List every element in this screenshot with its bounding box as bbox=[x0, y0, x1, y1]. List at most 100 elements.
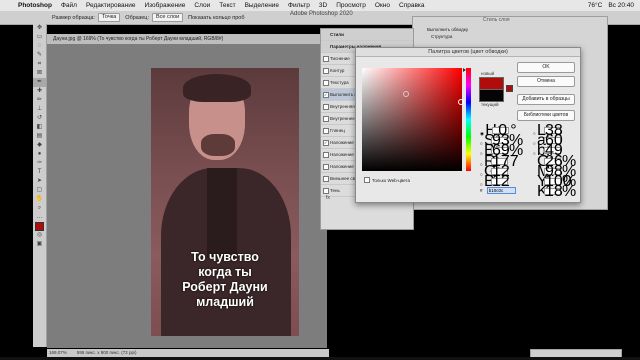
structure-section-title: Структура bbox=[431, 34, 453, 39]
shape-tool-icon[interactable]: ▢ bbox=[33, 186, 46, 195]
hue-slider[interactable] bbox=[466, 68, 471, 171]
style-checkbox[interactable]: ✓ bbox=[323, 140, 329, 146]
dodge-tool-icon[interactable]: ● bbox=[33, 150, 46, 159]
meme-line: когда ты bbox=[198, 265, 252, 279]
style-checkbox[interactable] bbox=[323, 152, 329, 158]
cmyk-row: K:18% bbox=[537, 183, 577, 200]
color-field[interactable] bbox=[362, 68, 464, 171]
path-select-icon[interactable]: ➤ bbox=[33, 177, 46, 186]
menu-window[interactable]: Окно bbox=[375, 2, 390, 9]
style-checkbox[interactable] bbox=[323, 176, 329, 182]
menu-layers[interactable]: Слои bbox=[194, 2, 210, 9]
menu-edit[interactable]: Редактирование bbox=[86, 2, 136, 9]
menu-extras: 76°C Вс 20:40 bbox=[588, 0, 634, 11]
cancel-button[interactable]: Отмена bbox=[517, 76, 575, 87]
current-color-label: текущий bbox=[481, 102, 499, 107]
history-brush-icon[interactable]: ↺ bbox=[33, 114, 46, 123]
screen-mode-icon[interactable]: ▣ bbox=[33, 240, 46, 249]
status-bar: 169,07% 595 пикс. x 900 пикс. (72 ppi) bbox=[47, 349, 329, 357]
style-checkbox[interactable] bbox=[323, 80, 329, 86]
gradient-tool-icon[interactable]: ▤ bbox=[33, 132, 46, 141]
style-item-label: Тиснение bbox=[330, 56, 350, 61]
rgb-row: ○ B:12 bbox=[480, 174, 514, 190]
zoom-level[interactable]: 169,07% bbox=[49, 349, 67, 357]
type-tool-icon[interactable]: T bbox=[33, 168, 46, 177]
style-checkbox[interactable] bbox=[323, 116, 329, 122]
move-tool-icon[interactable]: ✥ bbox=[33, 24, 46, 33]
menu-help[interactable]: Справка bbox=[399, 2, 425, 9]
color-picker-title: Палитра цветов (цвет обводки) bbox=[356, 48, 580, 57]
menu-view[interactable]: Просмотр bbox=[336, 2, 366, 9]
show-ring-checkbox[interactable]: Показать кольцо проб bbox=[188, 15, 244, 21]
sample-size-label: Размер образца: bbox=[52, 14, 95, 21]
ok-button[interactable]: OK bbox=[517, 62, 575, 73]
style-checkbox[interactable]: ✓ bbox=[323, 92, 329, 98]
clock[interactable]: Вс 20:40 bbox=[608, 2, 634, 9]
web-colors-only[interactable]: Только Web-цвета bbox=[364, 177, 410, 183]
fx-icon[interactable]: fx bbox=[326, 195, 330, 201]
photo-shirt bbox=[207, 168, 237, 258]
more-tools-icon[interactable]: … bbox=[33, 213, 46, 222]
menu-file[interactable]: Файл bbox=[61, 2, 77, 9]
sample-from-select[interactable]: Все слои bbox=[151, 13, 184, 22]
style-checkbox[interactable] bbox=[323, 104, 329, 110]
menu-3d[interactable]: 3D bbox=[319, 2, 327, 9]
menu-select[interactable]: Выделение bbox=[245, 2, 279, 9]
screen-margin-right bbox=[606, 11, 640, 360]
add-to-swatches-button[interactable]: Добавить в образцы bbox=[517, 94, 575, 105]
brush-tool-icon[interactable]: ✏ bbox=[33, 96, 46, 105]
rgb-input[interactable]: 12 bbox=[490, 174, 510, 190]
style-checkbox[interactable] bbox=[323, 56, 329, 62]
marquee-tool-icon[interactable]: ▭ bbox=[33, 33, 46, 42]
style-checkbox[interactable] bbox=[323, 188, 329, 194]
cmyk-unit: % bbox=[562, 183, 577, 200]
hand-tool-icon[interactable]: ✋ bbox=[33, 195, 46, 204]
meme-line: То чувство bbox=[191, 250, 259, 264]
meme-text: То чувство когда ты Роберт Дауни младший bbox=[151, 250, 299, 310]
quick-mask-icon[interactable]: ◎ bbox=[33, 231, 46, 240]
document-tab[interactable]: Дауни.jpg @ 169% (То чувство когда ты Ро… bbox=[47, 36, 223, 42]
style-checkbox[interactable] bbox=[323, 68, 329, 74]
layer-style-title: Стиль слоя bbox=[483, 17, 510, 23]
style-checkbox[interactable] bbox=[323, 128, 329, 134]
gamut-warning-icon[interactable] bbox=[506, 85, 513, 92]
color-libraries-button[interactable]: Библиотеки цветов bbox=[517, 110, 575, 121]
eraser-tool-icon[interactable]: ◧ bbox=[33, 123, 46, 132]
zoom-tool-icon[interactable]: ⌕ bbox=[33, 204, 46, 213]
meme-line: младший bbox=[196, 295, 254, 309]
menu-text[interactable]: Текст bbox=[219, 2, 235, 9]
pen-tool-icon[interactable]: ✑ bbox=[33, 159, 46, 168]
color-field-cursor[interactable] bbox=[458, 99, 464, 105]
cmyk-input[interactable]: 18 bbox=[544, 184, 563, 200]
app-name[interactable]: Photoshop bbox=[18, 2, 52, 9]
color-picker-dialog: Палитра цветов (цвет обводки) новый теку… bbox=[355, 47, 581, 203]
foreground-color-icon[interactable] bbox=[33, 222, 46, 231]
tools-panel: ✥ ▭ ◌ ✎ ⌗ ⊠ ✒ ✚ ✏ ⊥ ↺ ◧ ▤ ◆ ● ✑ T ➤ ▢ ✋ … bbox=[33, 24, 47, 347]
sample-size-select[interactable]: Точка bbox=[97, 13, 121, 22]
crop-tool-icon[interactable]: ⌗ bbox=[33, 60, 46, 69]
style-item-label: Глянец bbox=[330, 128, 345, 133]
eyedropper-tool-icon[interactable]: ✒ bbox=[33, 78, 46, 87]
style-item-label: Контур bbox=[330, 68, 345, 73]
quick-select-tool-icon[interactable]: ✎ bbox=[33, 51, 46, 60]
lasso-tool-icon[interactable]: ◌ bbox=[33, 42, 46, 51]
doc-size: 595 пикс. x 900 пикс. (72 ppi) bbox=[76, 350, 137, 355]
screen-margin-left bbox=[0, 11, 33, 360]
menu-image[interactable]: Изображение bbox=[144, 2, 185, 9]
temperature-status[interactable]: 76°C bbox=[588, 2, 603, 9]
sample-from-label: Образец: bbox=[125, 14, 149, 21]
photo-hair bbox=[183, 74, 251, 102]
cmyk-label: K: bbox=[537, 184, 552, 200]
stamp-tool-icon[interactable]: ⊥ bbox=[33, 105, 46, 114]
menu-filter[interactable]: Фильтр bbox=[288, 2, 310, 9]
current-color-swatch[interactable] bbox=[479, 89, 504, 102]
styles-header[interactable]: Стили bbox=[321, 29, 413, 41]
window-title: Adobe Photoshop 2020 bbox=[290, 11, 353, 17]
web-colors-checkbox[interactable] bbox=[364, 177, 370, 183]
meme-line: Роберт Дауни bbox=[182, 280, 268, 294]
document-canvas[interactable]: То чувство когда ты Роберт Дауни младший bbox=[151, 68, 299, 336]
blur-tool-icon[interactable]: ◆ bbox=[33, 141, 46, 150]
frame-tool-icon[interactable]: ⊠ bbox=[33, 69, 46, 78]
style-checkbox[interactable] bbox=[323, 164, 329, 170]
healing-brush-icon[interactable]: ✚ bbox=[33, 87, 46, 96]
